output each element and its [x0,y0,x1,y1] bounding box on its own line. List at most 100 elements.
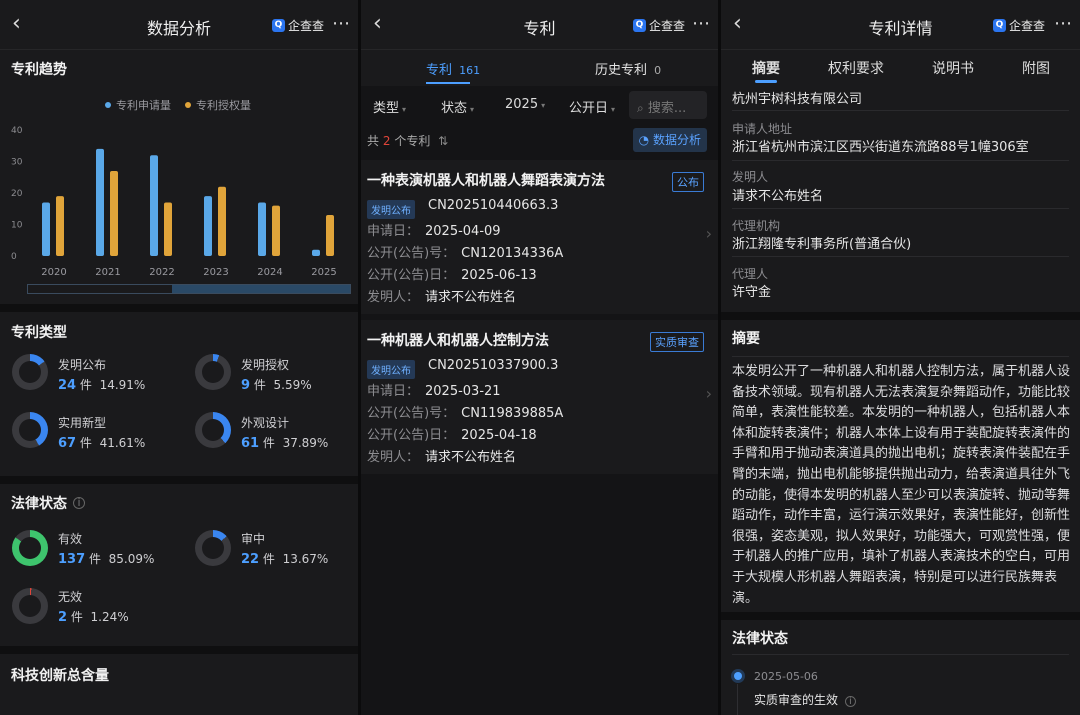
bar-grant[interactable] [56,196,64,256]
patent-title[interactable]: 一种表演机器人和机器人舞蹈表演方法 [367,170,605,190]
type-donut-chart [12,354,48,390]
agency-link[interactable]: 浙江翔隆专利事务所(普通合伙) [732,233,911,252]
bar-grant[interactable] [272,205,280,256]
type-title: 专利类型 [11,325,67,341]
tab-underline [426,82,470,84]
legal-count: 2 [58,610,68,625]
bar-apply[interactable] [42,202,50,256]
brand-logo: Q 企查查 [993,17,1045,34]
pub-date-row: 公开(公告)日： 2025-06-13 [367,268,537,283]
chart-zoom-handle[interactable] [172,285,350,293]
type-donut-chart [12,412,48,448]
bar-grant[interactable] [326,215,334,256]
chart-zoom-scrollbar[interactable] [27,284,351,294]
patent-title[interactable]: 一种机器人和机器人控制方法 [367,330,549,350]
chevron-right-icon[interactable]: › [706,224,712,243]
bar-apply[interactable] [312,249,320,256]
applicant-link[interactable]: 杭州宇树科技有限公司 [732,88,862,107]
legal-count: 22 [241,552,260,567]
type-unit: 件 [262,436,275,450]
legal-label: 无效 [58,590,83,604]
innovation-section: 科技创新总含量 [0,654,358,715]
patent-list-panel: ‹ 专利 Q 企查查 ⋯ 专利 161 历史专利 0 类型 ▾ 状态 ▾ 2025 ▾… [361,0,718,715]
y-tick-label: 20 [11,189,23,199]
info-icon[interactable]: i [73,497,85,509]
bar-grant[interactable] [164,202,172,256]
address-label: 申请人地址 [732,122,793,136]
type-pct: 37.89% [282,436,329,450]
type-unit: 件 [79,378,92,392]
patent-type-tag: 发明公布 [367,200,415,219]
status-badge: 实质审查 [650,332,704,352]
filter-pub-date[interactable]: 公开日 ▾ [569,97,615,116]
brand-name: 企查查 [288,19,325,33]
x-tick-label: 2024 [257,267,282,278]
inventor-label: 发明人 [732,170,769,184]
legend-item-apply[interactable]: 专利申请量 [105,97,171,113]
pub-date-row: 公开(公告)日： 2025-04-18 [367,428,537,443]
x-tick-label: 2023 [203,267,228,278]
type-count: 24 [58,378,77,393]
type-donut-chart [195,412,231,448]
timeline-dot-icon [734,672,742,680]
detail-tabs: 摘要 权利要求 说明书 附图 [721,50,1080,84]
brand-logo: Q 企查查 [272,17,324,34]
pub-no-row: 公开(公告)号： CN119839885A [367,406,564,421]
more-icon[interactable]: ⋯ [1054,13,1073,34]
more-icon[interactable]: ⋯ [332,13,351,34]
sort-icon[interactable]: ⇅ [438,134,448,148]
bar-apply[interactable] [204,196,212,256]
tab-drawings[interactable]: 附图 [1022,58,1050,78]
y-tick-label: 30 [11,158,23,168]
x-tick-label: 2021 [95,267,120,278]
inventor-value: 请求不公布姓名 [732,189,824,204]
type-label: 发明授权 [241,358,290,372]
type-count: 9 [241,378,251,393]
legal-donut-chart [12,588,48,624]
tab-history-patent[interactable]: 历史专利 0 [595,59,661,78]
search-icon: ⌕ [637,101,644,115]
legal-unit: 件 [262,552,275,566]
caret-down-icon: ▾ [541,101,546,110]
x-tick-label: 2025 [311,267,336,278]
tab-count: 0 [654,64,662,77]
legend-label: 专利申请量 [116,99,171,112]
filter-type[interactable]: 类型 ▾ [373,97,406,116]
bar-apply[interactable] [96,148,104,256]
data-analysis-button[interactable]: ◔ 数据分析 [632,128,707,152]
legal-unit: 件 [88,552,101,566]
patent-card[interactable]: 一种表演机器人和机器人舞蹈表演方法 公布 发明公布 CN202510440663… [361,160,718,314]
agent-value: 许守金 [732,285,772,300]
patent-number: CN202510440663.3 [428,198,559,213]
type-section: 专利类型 发明公布 24 件 14.91% 发明授权 9 件 5.59% 实用新… [0,312,358,476]
caret-down-icon: ▾ [402,105,407,114]
search-input[interactable]: ⌕ 搜索... [629,91,707,119]
more-icon[interactable]: ⋯ [692,13,711,34]
tab-claims[interactable]: 权利要求 [828,58,884,78]
tab-patent[interactable]: 专利 161 [426,59,480,78]
bar-apply[interactable] [150,155,158,256]
legend-item-grant[interactable]: 专利授权量 [185,97,251,113]
tab-description[interactable]: 说明书 [932,58,974,78]
count-number: 2 [382,134,391,148]
filter-label: 2025 [505,97,539,112]
nav-bar: ‹ 专利详情 Q 企查查 ⋯ [721,0,1080,50]
filter-label: 状态 [441,101,468,116]
info-icon[interactable]: i [844,696,856,707]
bar-apply[interactable] [258,202,266,256]
filter-year[interactable]: 2025 ▾ [505,97,545,112]
bar-grant[interactable] [110,170,118,256]
legal-pct: 1.24% [90,610,129,624]
chevron-right-icon[interactable]: › [706,384,712,403]
nav-bar: ‹ 数据分析 Q 企查查 ⋯ [0,0,358,50]
legal-value: 22 件 13.67% [241,550,328,567]
bar-grant[interactable] [218,186,226,256]
legal-unit: 件 [70,610,83,624]
apply-date-row: 申请日： 2025-03-21 [367,384,501,399]
patent-card[interactable]: 一种机器人和机器人控制方法 实质审查 发明公布 CN202510337900.3… [361,320,718,474]
apply-date-row: 申请日： 2025-04-09 [367,224,501,239]
type-count: 67 [58,436,77,451]
trend-section: 专利趋势 专利申请量 专利授权量 0 10 20 30 40 2020 2021 2022 20… [0,50,358,304]
tab-abstract[interactable]: 摘要 [752,58,780,78]
filter-status[interactable]: 状态 ▾ [441,97,474,116]
